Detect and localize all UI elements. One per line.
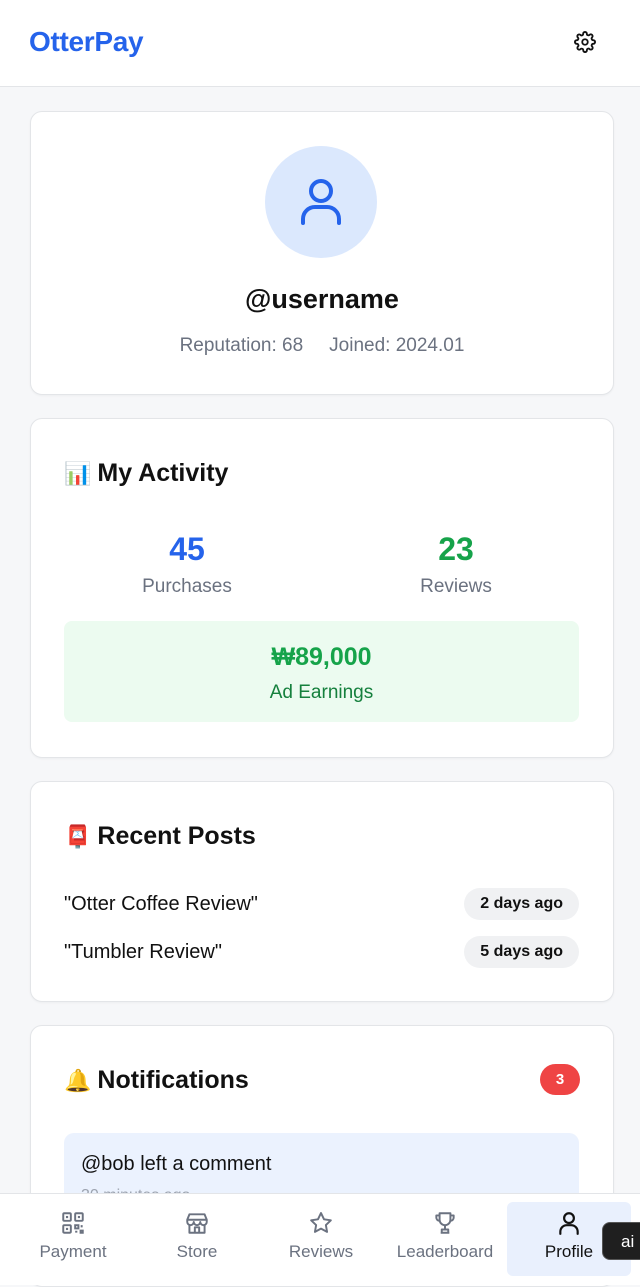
qr-code-icon (62, 1212, 84, 1234)
gear-icon (574, 31, 596, 53)
post-item[interactable]: "Tumbler Review" 5 days ago (64, 936, 579, 968)
nav-store-label: Store (176, 1242, 218, 1261)
settings-button[interactable] (571, 28, 599, 56)
app-header: OtterPay (0, 0, 640, 87)
recent-posts-card: 📮 Recent Posts "Otter Coffee Review" 2 d… (30, 781, 614, 1002)
activity-card: 📊 My Activity 45 Purchases 23 Reviews ₩8… (30, 418, 614, 758)
purchases-label: Purchases (142, 576, 232, 597)
recent-posts-title: 📮 Recent Posts (64, 822, 256, 851)
joined-text: Joined: 2024.01 (329, 335, 465, 356)
store-icon (186, 1213, 208, 1234)
recent-posts-title-text: Recent Posts (97, 822, 256, 850)
floating-tooltip[interactable]: ai (602, 1222, 640, 1260)
bottom-nav: Payment Store Reviews Leaderboard Profil… (0, 1193, 640, 1285)
nav-leaderboard-label: Leaderboard (396, 1242, 494, 1261)
post-date-badge: 2 days ago (464, 888, 579, 920)
star-icon (310, 1212, 332, 1233)
reviews-value: 23 (438, 531, 474, 567)
bar-chart-icon: 📊 (64, 460, 92, 486)
brand-logo[interactable]: OtterPay (29, 26, 144, 58)
ad-earnings-box: ₩89,000 Ad Earnings (64, 621, 579, 722)
notification-count-badge: 3 (540, 1064, 580, 1095)
avatar (265, 146, 377, 258)
reviews-stat[interactable]: 23 Reviews (336, 531, 576, 598)
nav-leaderboard[interactable]: Leaderboard (383, 1202, 507, 1276)
nav-store[interactable]: Store (135, 1202, 259, 1276)
nav-payment-label: Payment (39, 1242, 107, 1261)
activity-title: 📊 My Activity (64, 459, 228, 488)
profile-meta: Reputation: 68 Joined: 2024.01 (31, 335, 613, 357)
username: @username (245, 284, 399, 314)
earnings-value: ₩89,000 (271, 643, 372, 671)
activity-title-text: My Activity (97, 459, 229, 487)
nav-reviews-label: Reviews (288, 1242, 354, 1261)
reviews-label: Reviews (420, 576, 492, 597)
post-title: "Otter Coffee Review" (64, 892, 258, 915)
post-title: "Tumbler Review" (64, 940, 222, 963)
profile-card: @username Reputation: 68 Joined: 2024.01 (30, 111, 614, 395)
purchases-value: 45 (169, 531, 205, 567)
notification-text: @bob left a comment (81, 1153, 272, 1175)
notifications-title: 🔔 Notifications (64, 1066, 249, 1095)
earnings-label: Ad Earnings (269, 682, 374, 703)
nav-profile-label: Profile (544, 1242, 594, 1261)
mailbox-icon: 📮 (64, 823, 92, 849)
reputation-text: Reputation: 68 (179, 335, 304, 356)
notifications-title-text: Notifications (97, 1066, 249, 1094)
purchases-stat[interactable]: 45 Purchases (67, 531, 307, 598)
user-icon (559, 1212, 579, 1235)
trophy-icon (435, 1212, 455, 1234)
nav-reviews[interactable]: Reviews (259, 1202, 383, 1276)
nav-payment[interactable]: Payment (11, 1202, 135, 1276)
user-icon (301, 179, 341, 225)
post-date-badge: 5 days ago (464, 936, 579, 968)
post-item[interactable]: "Otter Coffee Review" 2 days ago (64, 888, 579, 920)
bell-icon: 🔔 (64, 1067, 92, 1093)
